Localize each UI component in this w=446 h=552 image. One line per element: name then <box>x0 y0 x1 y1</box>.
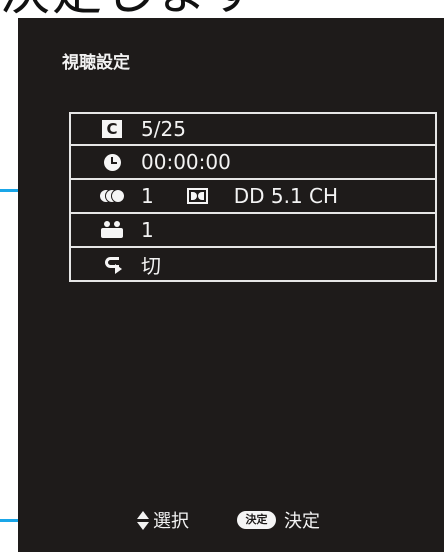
up-down-icon <box>136 509 150 531</box>
audio-circles-icon <box>100 189 124 203</box>
repeat-arrow-icon <box>102 256 122 274</box>
info-row-repeat[interactable]: 切 <box>69 248 437 282</box>
select-label: 選択 <box>153 511 189 532</box>
time-value: 00:00:00 <box>141 150 231 174</box>
cropped-top-caption: 決定します <box>0 0 446 18</box>
audio-track-value: 1 <box>141 184 154 208</box>
info-row-angle[interactable]: 1 <box>69 214 437 248</box>
decide-label: 決定 <box>284 511 320 532</box>
angle-icon <box>100 220 124 240</box>
settings-screen: 視聴設定 <box>18 18 444 552</box>
info-row-time[interactable]: 00:00:00 <box>69 146 437 180</box>
chapter-value: 5/25 <box>141 117 186 141</box>
decide-button-icon: 決定 <box>237 511 276 529</box>
chapter-icon: C <box>100 119 124 139</box>
info-row-audio[interactable]: 1 DD 5.1 CH <box>69 180 437 214</box>
repeat-value: 切 <box>141 253 161 278</box>
angle-value: 1 <box>141 218 154 242</box>
dolby-icon <box>186 188 208 204</box>
screen-title: 視聴設定 <box>62 53 130 73</box>
repeat-icon <box>100 254 124 274</box>
audio-icon <box>100 186 124 206</box>
manual-screenshot: 決定します 視聴設定 C 5/25 00:00:00 1 <box>0 0 446 552</box>
playback-info-list: C 5/25 00:00:00 1 DD 5.1 CH 1 切 <box>69 112 437 282</box>
audio-format-value: DD 5.1 CH <box>233 184 339 208</box>
info-row-chapter[interactable]: C 5/25 <box>69 112 437 146</box>
clock-icon <box>100 152 124 172</box>
clock-glyph-icon <box>103 153 121 171</box>
footer-help: 選択 決定 決定 <box>136 508 376 532</box>
camera-angle-icon <box>101 221 123 239</box>
chapter-c-icon: C <box>102 120 122 138</box>
